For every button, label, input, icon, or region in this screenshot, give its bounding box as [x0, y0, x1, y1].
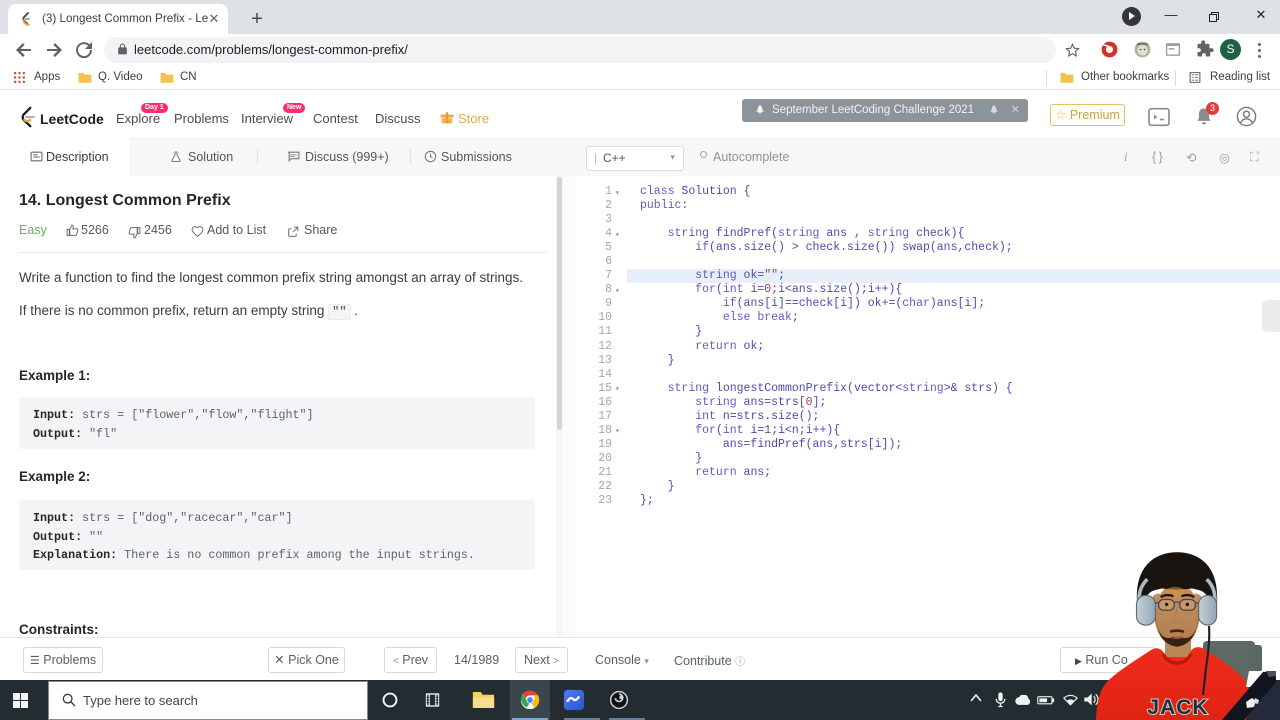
svg-text:JACK: JACK	[1147, 696, 1208, 719]
